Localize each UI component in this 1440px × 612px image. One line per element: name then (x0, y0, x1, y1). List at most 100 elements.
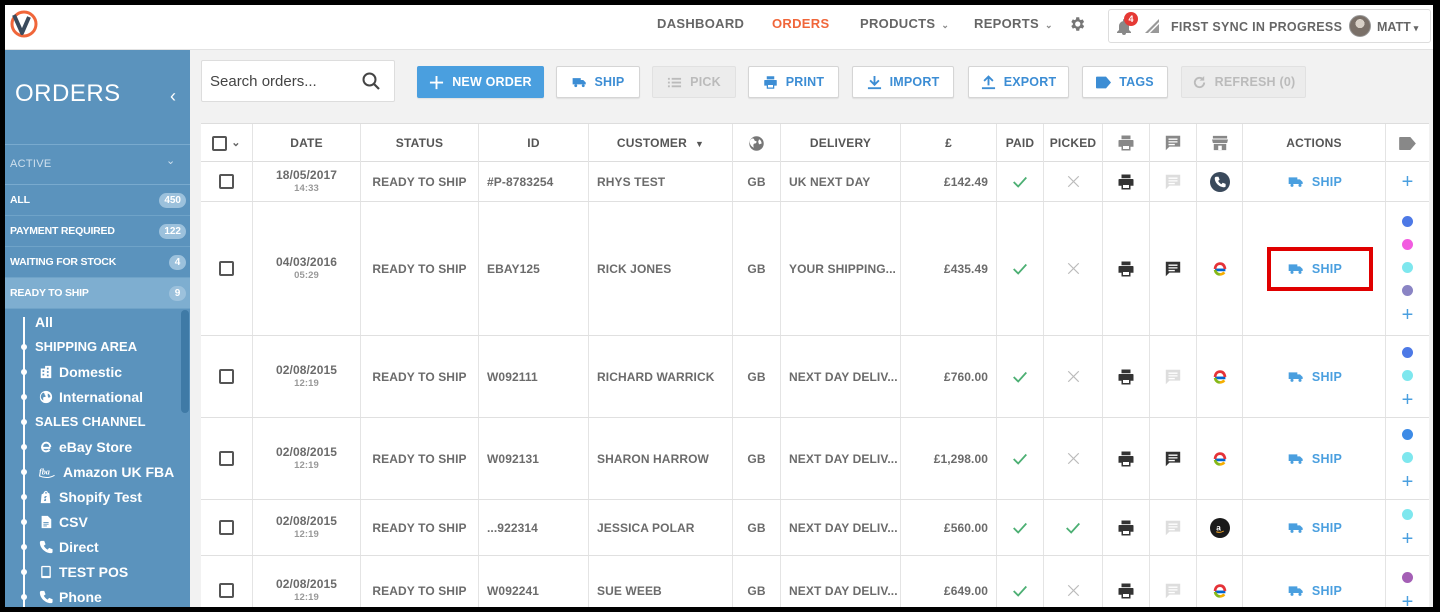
tag-dot[interactable] (1402, 238, 1413, 250)
user-menu[interactable]: MATT ▾ (1377, 10, 1418, 45)
ship-order-button[interactable]: SHIP (1286, 520, 1342, 536)
tree-item-shopify-test[interactable]: Shopify Test (39, 486, 142, 508)
export-button[interactable]: EXPORT (968, 66, 1069, 98)
search-input[interactable] (202, 61, 352, 101)
search-icon[interactable] (362, 72, 380, 90)
tag-dot[interactable] (1402, 572, 1413, 583)
add-tag-icon[interactable]: + (1402, 390, 1414, 410)
empty-note-icon[interactable] (1164, 368, 1182, 386)
row-checkbox[interactable] (219, 583, 234, 598)
nav-link-products[interactable]: PRODUCTS ⌄ (860, 5, 949, 50)
cell-id[interactable]: ...922314 (479, 500, 589, 555)
sidebar-filter-payment-required[interactable]: PAYMENT REQUIRED 122 (5, 216, 190, 247)
refresh-button[interactable]: REFRESH (0) (1181, 66, 1306, 98)
nav-link-reports[interactable]: REPORTS ⌄ (974, 5, 1053, 50)
ship-button[interactable]: SHIP (556, 66, 640, 98)
row-checkbox[interactable] (219, 451, 234, 466)
add-tag-icon[interactable]: + (1402, 305, 1414, 325)
column-header-id[interactable]: ID (479, 124, 589, 162)
sidebar-filter-ready-to-ship[interactable]: READY TO SHIP 9 (5, 278, 190, 309)
section-label-active[interactable]: ACTIVE (10, 158, 52, 170)
print-order-icon[interactable] (1117, 519, 1135, 537)
table-row[interactable]: 04/03/2016 05:29 READY TO SHIP EBAY125 RICK … (201, 202, 1429, 336)
add-tag-icon[interactable]: + (1402, 472, 1414, 492)
chevron-down-icon[interactable]: ⌄ (166, 154, 175, 167)
cell-id[interactable]: W092131 (479, 418, 589, 499)
column-header-date[interactable]: DATE (253, 124, 361, 162)
new-order-button[interactable]: NEW ORDER (417, 66, 544, 98)
ship-order-button[interactable]: SHIP (1286, 369, 1342, 385)
tree-item-test-pos[interactable]: TEST POS (39, 561, 128, 583)
table-row[interactable]: 02/08/2015 12:19 READY TO SHIP ...922314 JES… (201, 500, 1429, 556)
user-avatar[interactable] (1349, 15, 1371, 37)
pick-button[interactable]: PICK (652, 66, 736, 98)
chevron-down-icon[interactable]: ⌄ (231, 124, 240, 162)
settings-gear-icon[interactable] (1068, 15, 1086, 33)
cell-id[interactable]: W092241 (479, 556, 589, 607)
print-order-icon[interactable] (1117, 173, 1135, 191)
print-order-icon[interactable] (1117, 582, 1135, 600)
tree-item-international[interactable]: International (39, 386, 143, 408)
cell-id[interactable]: W092111 (479, 336, 589, 417)
tree-item-direct[interactable]: Direct (39, 536, 99, 558)
cell-id[interactable]: EBAY125 (479, 202, 589, 335)
tree-item-phone[interactable]: Phone (39, 586, 102, 607)
tags-button[interactable]: TAGS (1082, 66, 1168, 98)
column-header-picked[interactable]: PICKED (1044, 124, 1103, 162)
print-order-icon[interactable] (1117, 450, 1135, 468)
empty-note-icon[interactable] (1164, 173, 1182, 191)
tag-dot[interactable] (1402, 428, 1413, 440)
tag-dot[interactable] (1402, 346, 1413, 358)
tree-item-all[interactable]: All (35, 311, 53, 333)
column-header-total[interactable]: £ (901, 124, 997, 162)
cell-id[interactable]: #P-8783254 (479, 162, 589, 201)
ship-order-button[interactable]: SHIP (1286, 451, 1342, 467)
tree-header-sales-channel[interactable]: SALES CHANNEL (35, 411, 146, 433)
note-icon[interactable] (1164, 450, 1182, 468)
row-checkbox[interactable] (219, 369, 234, 384)
print-button[interactable]: PRINT (748, 66, 839, 98)
tree-item-csv[interactable]: CSV (39, 511, 88, 533)
empty-note-icon[interactable] (1164, 519, 1182, 537)
column-header-customer[interactable]: CUSTOMER ▼ (589, 124, 733, 162)
import-button[interactable]: IMPORT (852, 66, 954, 98)
tag-dot[interactable] (1402, 215, 1413, 227)
add-tag-icon[interactable]: + (1402, 172, 1414, 192)
table-row[interactable]: 18/05/2017 14:33 READY TO SHIP #P-8783254 RH… (201, 162, 1429, 202)
tag-dot[interactable] (1402, 509, 1413, 520)
nav-link-orders[interactable]: ORDERS (772, 5, 829, 50)
row-checkbox[interactable] (219, 261, 234, 276)
add-tag-icon[interactable]: + (1402, 592, 1414, 607)
tree-item-amazon-uk-fba[interactable]: fba Amazon UK FBA (39, 461, 174, 483)
column-header-paid[interactable]: PAID (997, 124, 1044, 162)
ship-order-button[interactable]: SHIP (1286, 174, 1342, 190)
sidebar-scrollbar[interactable] (181, 310, 189, 413)
note-icon[interactable] (1164, 260, 1182, 278)
column-header-delivery[interactable]: DELIVERY (781, 124, 901, 162)
ship-order-button[interactable]: SHIP (1286, 583, 1342, 599)
column-header-status[interactable]: STATUS (361, 124, 479, 162)
tree-item-domestic[interactable]: Domestic (39, 361, 122, 383)
add-tag-icon[interactable]: + (1402, 529, 1414, 549)
tag-dot[interactable] (1402, 369, 1413, 381)
app-logo[interactable] (9, 9, 39, 39)
table-row[interactable]: 02/08/2015 12:19 READY TO SHIP W092241 SUE W… (201, 556, 1429, 607)
tag-dot[interactable] (1402, 261, 1413, 273)
empty-note-icon[interactable] (1164, 582, 1182, 600)
nav-link-dashboard[interactable]: DASHBOARD (657, 5, 744, 50)
tag-dot[interactable] (1402, 451, 1413, 463)
sidebar-filter-all[interactable]: ALL 450 (5, 185, 190, 216)
print-order-icon[interactable] (1117, 260, 1135, 278)
tree-header-shipping-area[interactable]: SHIPPING AREA (35, 336, 137, 358)
table-row[interactable]: 02/08/2015 12:19 READY TO SHIP W092111 RICHA… (201, 336, 1429, 418)
tag-dot[interactable] (1402, 284, 1413, 296)
tree-item-ebay-store[interactable]: eBay Store (39, 436, 132, 458)
sidebar-filter-waiting-for-stock[interactable]: WAITING FOR STOCK 4 (5, 247, 190, 278)
row-checkbox[interactable] (219, 520, 234, 535)
print-order-icon[interactable] (1117, 368, 1135, 386)
table-row[interactable]: 02/08/2015 12:19 READY TO SHIP W092131 SHARO… (201, 418, 1429, 500)
column-header-actions[interactable]: ACTIONS (1243, 124, 1386, 162)
row-checkbox[interactable] (219, 174, 234, 189)
select-all-checkbox[interactable] (212, 135, 228, 151)
collapse-chevron-icon[interactable]: ‹ (170, 86, 176, 107)
